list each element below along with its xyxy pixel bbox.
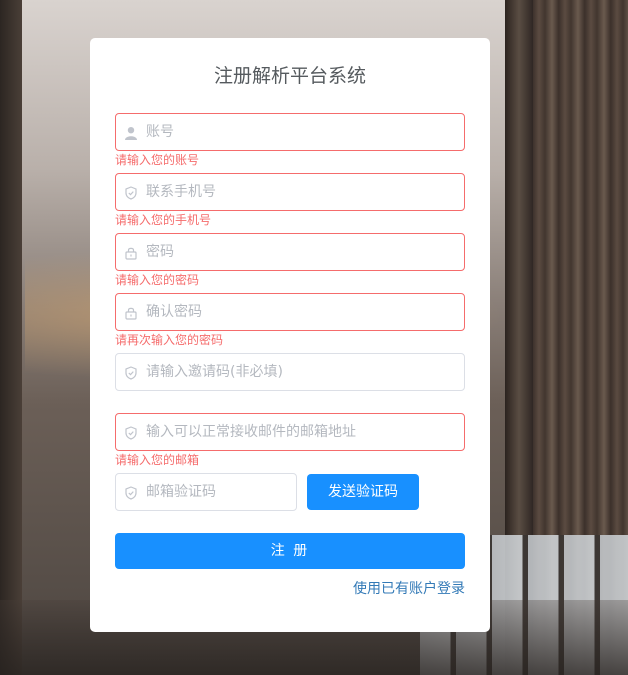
user-icon xyxy=(124,125,138,140)
shield-icon xyxy=(124,365,138,380)
login-link[interactable]: 使用已有账户登录 xyxy=(353,578,465,598)
phone-field[interactable] xyxy=(115,173,465,211)
password-input[interactable] xyxy=(146,234,456,270)
confirm-password-input[interactable] xyxy=(146,294,456,330)
phone-input[interactable] xyxy=(146,174,456,210)
password-field[interactable] xyxy=(115,233,465,271)
email-code-field[interactable] xyxy=(115,473,297,511)
phone-error: 请输入您的手机号 xyxy=(115,213,212,227)
lock-icon xyxy=(124,305,138,320)
email-error: 请输入您的邮箱 xyxy=(115,453,200,467)
account-field[interactable] xyxy=(115,113,465,151)
register-button[interactable]: 注 册 xyxy=(115,533,465,569)
invite-code-input[interactable] xyxy=(146,354,456,390)
account-error: 请输入您的账号 xyxy=(115,153,200,167)
email-input[interactable] xyxy=(146,414,456,450)
lock-icon xyxy=(124,245,138,260)
email-code-input[interactable] xyxy=(146,474,291,510)
shield-icon xyxy=(124,425,138,440)
confirm-password-error: 请再次输入您的密码 xyxy=(115,333,224,347)
send-code-button[interactable]: 发送验证码 xyxy=(307,474,419,510)
shield-icon xyxy=(124,185,138,200)
invite-code-field[interactable] xyxy=(115,353,465,391)
email-field[interactable] xyxy=(115,413,465,451)
shield-icon xyxy=(124,485,138,500)
page-title: 注册解析平台系统 xyxy=(213,65,366,87)
account-input[interactable] xyxy=(146,114,456,150)
register-card: 注册解析平台系统 请输入您的账号 请输入您的手机号 请输入您的密码 请再次输入您… xyxy=(90,38,490,632)
confirm-password-field[interactable] xyxy=(115,293,465,331)
password-error: 请输入您的密码 xyxy=(115,273,200,287)
